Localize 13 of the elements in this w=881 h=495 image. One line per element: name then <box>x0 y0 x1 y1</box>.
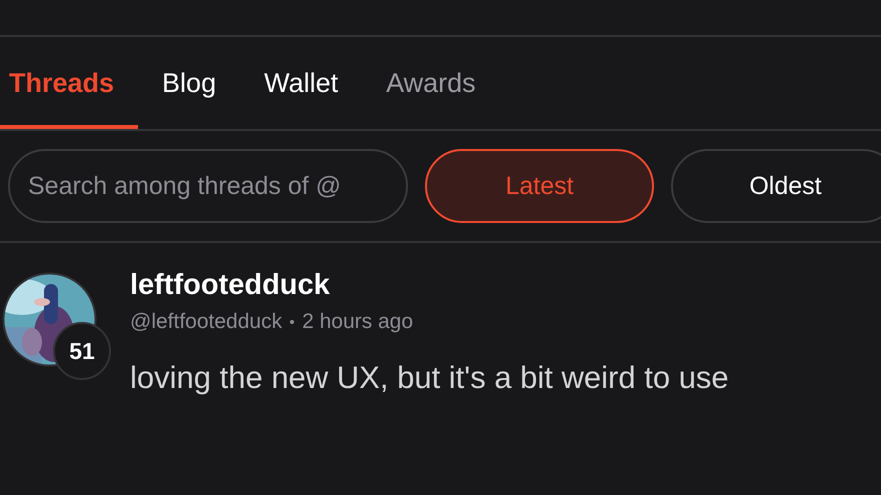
sort-button[interactable]: Oldest <box>671 149 881 223</box>
tab[interactable]: Blog <box>138 37 240 129</box>
post-body: loving the new UX, but it's a bit weird to use <box>130 360 729 396</box>
tab[interactable]: Wallet <box>240 37 362 129</box>
separator-dot-icon <box>290 320 294 324</box>
post-time: 2 hours ago <box>302 310 413 334</box>
sort-button[interactable]: Latest <box>425 149 654 223</box>
author-handle: @leftfootedduck <box>130 310 282 334</box>
author-name[interactable]: leftfootedduck <box>130 269 729 302</box>
tab[interactable]: Threads <box>0 37 138 129</box>
tab[interactable]: Awards <box>362 37 500 129</box>
reputation-badge: 51 <box>53 322 111 380</box>
search-field[interactable]: Search among threads of @ <box>8 149 408 223</box>
